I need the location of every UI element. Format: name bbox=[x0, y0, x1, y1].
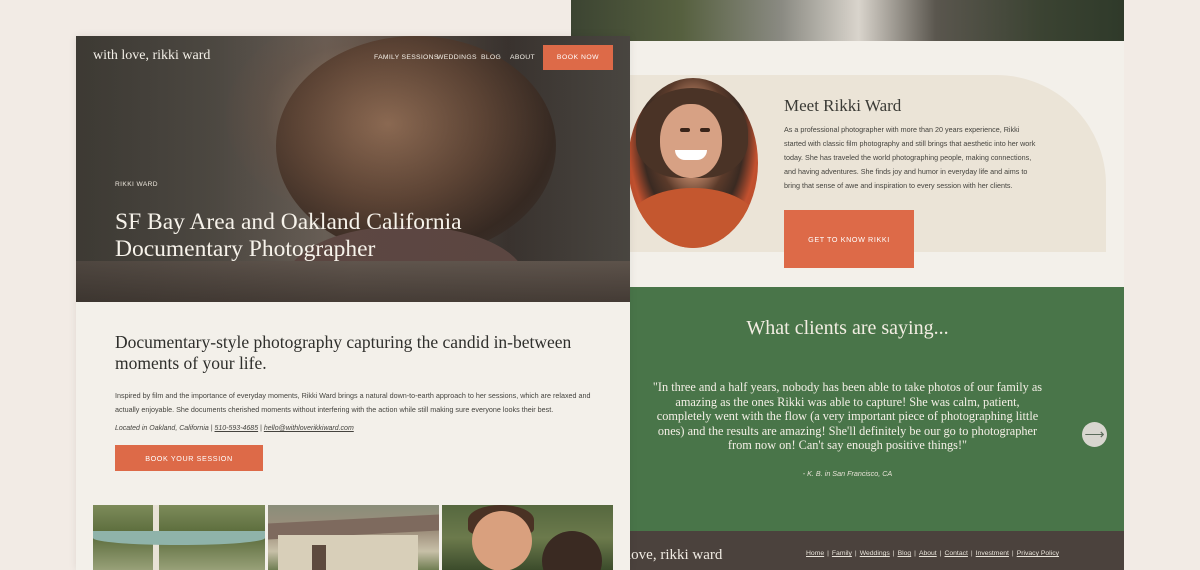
phone-link[interactable]: 510-593-4685 bbox=[215, 425, 259, 432]
footer-separator: | bbox=[854, 550, 857, 557]
rikki-portrait-photo bbox=[628, 78, 758, 248]
footer-link-privacy-policy[interactable]: Privacy Policy bbox=[1017, 550, 1059, 557]
footer-logo[interactable]: love, rikki ward bbox=[627, 547, 722, 564]
nav-weddings[interactable]: WEDDINGS bbox=[437, 54, 477, 61]
footer-link-blog[interactable]: Blog bbox=[898, 550, 912, 557]
footer-link-weddings[interactable]: Weddings bbox=[860, 550, 890, 557]
footer: love, rikki ward Home | Family | Weddings | Bl… bbox=[571, 531, 1124, 570]
gallery-photo-family[interactable] bbox=[442, 505, 613, 570]
hero-eyebrow: RIKKI WARD bbox=[115, 181, 158, 188]
next-arrow-icon[interactable]: ⟶ bbox=[1082, 422, 1107, 447]
hero-section: with love, rikki ward FAMILY SESSIONS WE… bbox=[76, 36, 630, 302]
intro-heading: Documentary-style photography capturing … bbox=[115, 332, 572, 373]
footer-links: Home | Family | Weddings | Blog | About | Contact |… bbox=[806, 550, 1059, 557]
location-text: Located in Oakland, California | bbox=[115, 425, 215, 432]
footer-separator: | bbox=[970, 550, 973, 557]
contact-line: Located in Oakland, California | 510-593… bbox=[115, 425, 354, 432]
meet-title: Meet Rikki Ward bbox=[784, 96, 902, 115]
testimonial-quote: "In three and a half years, nobody has b… bbox=[652, 380, 1043, 453]
about-page-preview: Meet Rikki Ward As a professional photog… bbox=[571, 0, 1124, 570]
home-page-preview: with love, rikki ward FAMILY SESSIONS WE… bbox=[76, 36, 630, 570]
footer-separator: | bbox=[939, 550, 942, 557]
nav-family-sessions[interactable]: FAMILY SESSIONS bbox=[374, 54, 439, 61]
gallery-photo-hammock[interactable] bbox=[93, 505, 265, 570]
footer-link-contact[interactable]: Contact bbox=[944, 550, 967, 557]
book-session-button[interactable]: BOOK YOUR SESSION bbox=[115, 445, 263, 471]
footer-separator: | bbox=[892, 550, 895, 557]
footer-link-investment[interactable]: Investment bbox=[976, 550, 1009, 557]
testimonial-citation: - K. B. in San Francisco, CA bbox=[802, 469, 893, 478]
intro-body: Inspired by film and the importance of e… bbox=[115, 391, 591, 414]
wedding-photo bbox=[571, 0, 1124, 41]
testimonials-section: What clients are saying... "In three and… bbox=[571, 287, 1124, 531]
gallery-photo-house[interactable] bbox=[268, 505, 439, 570]
testimonials-title: What clients are saying... bbox=[746, 317, 949, 339]
site-logo[interactable]: with love, rikki ward bbox=[93, 48, 210, 64]
get-to-know-button[interactable]: GET TO KNOW RIKKI bbox=[784, 210, 914, 268]
meet-body: As a professional photographer with more… bbox=[784, 125, 1036, 190]
nav-about[interactable]: ABOUT bbox=[510, 54, 535, 61]
book-now-button[interactable]: BOOK NOW bbox=[543, 45, 613, 70]
email-link[interactable]: hello@withloverikkiward.com bbox=[264, 425, 354, 432]
footer-link-family[interactable]: Family bbox=[832, 550, 852, 557]
hero-title: SF Bay Area and Oakland California Docum… bbox=[115, 209, 462, 262]
footer-separator: | bbox=[1011, 550, 1014, 557]
footer-separator: | bbox=[827, 550, 829, 557]
nav-blog[interactable]: BLOG bbox=[481, 54, 501, 61]
footer-link-about[interactable]: About bbox=[919, 550, 937, 557]
footer-separator: | bbox=[914, 550, 916, 557]
footer-link-home[interactable]: Home bbox=[806, 550, 824, 557]
